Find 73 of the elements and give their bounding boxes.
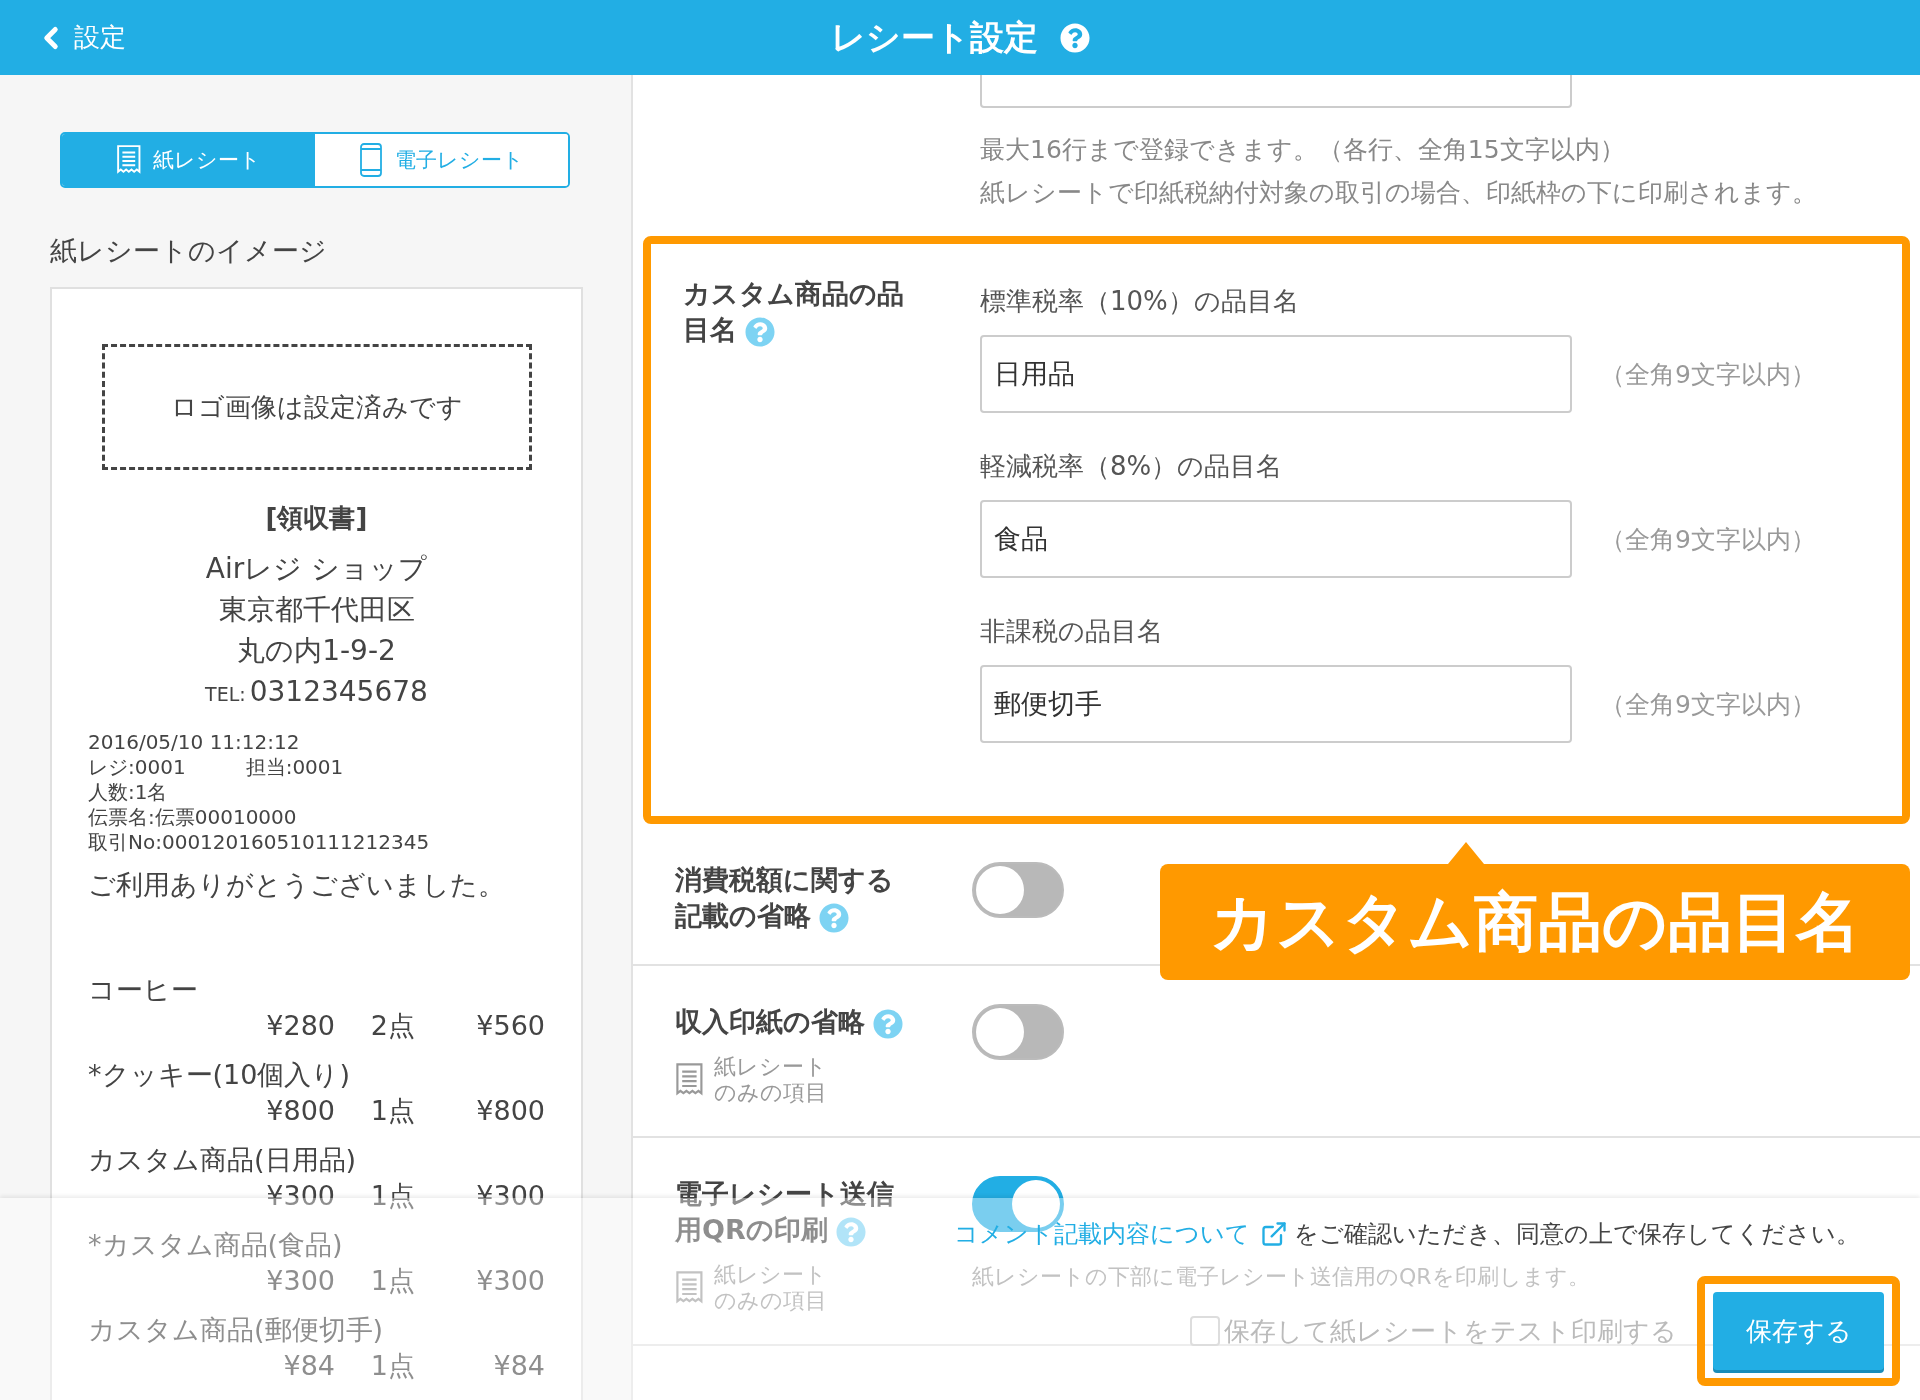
shop-address: 東京都千代田区 [218,592,415,628]
setting-description: 紙レシートの下部に電子レシート送信用のQRを印刷します。 [972,1263,1591,1291]
test-print-checkbox[interactable]: 保存して紙レシートをテスト印刷する [1190,1313,1677,1349]
hint-text: 最大16行まで登録できます。（各行、全角15文字以内） [980,134,1626,166]
help-icon[interactable] [873,1008,903,1039]
preview-heading: 紙レシートのイメージ [50,234,328,268]
external-link-icon [1260,1220,1288,1248]
setting-label: カスタム商品の品目名 [683,277,905,348]
help-icon[interactable] [835,1216,866,1247]
notice-text: をご確認いただき、同意の上で保存してください。 [1294,1219,1860,1250]
receipt-detail: レジ:0001 [88,755,186,780]
tel-number: 0312345678 [249,674,428,710]
receipt-detail: 人数:1名 [88,780,168,805]
input-field[interactable]: 日用品 [980,335,1572,413]
setting-label: 電子レシート送信用QRの印刷 [675,1177,895,1248]
toggle-switch[interactable] [972,1004,1064,1060]
receipt-tab[interactable]: 電子レシート [315,134,568,186]
item-quantity: 1点 [369,1349,415,1383]
toggle-switch[interactable] [972,862,1064,918]
receipt-detail: 取引No:000120160510111212345 [88,830,430,855]
item-total: ¥300 [475,1264,545,1298]
item-quantity: 2点 [369,1009,415,1043]
receipt-icon [675,1270,704,1306]
callout-pointer [1448,842,1484,864]
item-name: カスタム商品(日用品) [88,1143,358,1176]
item-total: ¥84 [492,1349,545,1383]
receipt-detail: 2016/05/10 11:12:12 [88,730,300,755]
hint-text: 紙レシートで印紙税納付対象の取引の場合、印紙枠の下に印刷されます。 [980,177,1818,209]
item-name: *クッキー(10個入り) [88,1058,351,1091]
setting-label: 収入印紙の省略 [675,1004,905,1040]
item-name: カスタム商品(郵便切手) [88,1313,385,1346]
thanks-message: ご利用ありがとうございました。 [88,868,506,902]
item-total: ¥800 [475,1094,545,1128]
help-icon[interactable] [819,902,849,933]
help-icon[interactable] [1059,22,1090,53]
shop-address: 丸の内1-9-2 [237,633,396,669]
field-note: （全角9文字以内） [1600,688,1816,721]
field-note: （全角9文字以内） [1600,523,1816,556]
item-price: ¥84 [282,1349,335,1383]
item-total: ¥300 [475,1179,545,1213]
receipt-detail: 伝票名:伝票00010000 [88,805,297,830]
field-note: （全角9文字以内） [1600,358,1816,391]
field-label: 標準税率（10%）の品目名 [980,285,1300,318]
item-price: ¥800 [265,1094,335,1128]
item-total: ¥560 [475,1009,545,1043]
field-label: 軽減税率（8%）の品目名 [980,450,1284,483]
input-field[interactable]: 郵便切手 [980,665,1572,743]
item-price: ¥280 [265,1009,335,1043]
receipt-title: [領収書] [265,502,368,535]
paper-only-note: 紙レシートのみの項目 [713,1054,828,1106]
shop-name: Airレジ ショップ [205,551,428,587]
help-icon[interactable] [745,316,775,347]
logo-status-text: ロゴ画像は設定済みです [170,390,463,424]
item-price: ¥300 [265,1179,335,1213]
receipt-tab[interactable]: 紙レシート [62,134,315,186]
input-field[interactable]: 食品 [980,500,1572,578]
tel-label: TEL: [205,683,246,705]
item-quantity: 1点 [369,1264,415,1298]
item-price: ¥300 [265,1264,335,1298]
item-name: コーヒー [88,973,199,1006]
item-quantity: 1点 [369,1094,415,1128]
back-link[interactable]: 設定 [34,0,126,75]
field-label: 非課税の品目名 [980,615,1164,648]
save-button[interactable]: 保存する [1713,1292,1884,1370]
setting-label: 消費税額に関する記載の省略 [675,863,895,934]
smartphone-icon [359,143,383,177]
receipt-icon [115,144,142,176]
page-title: レシート設定 [830,15,1038,59]
receipt-icon [675,1062,704,1098]
receipt-detail: 担当:0001 [245,755,344,780]
item-name: *カスタム商品(食品) [88,1228,344,1261]
paper-only-note: 紙レシートのみの項目 [713,1262,828,1314]
item-quantity: 1点 [369,1179,415,1213]
